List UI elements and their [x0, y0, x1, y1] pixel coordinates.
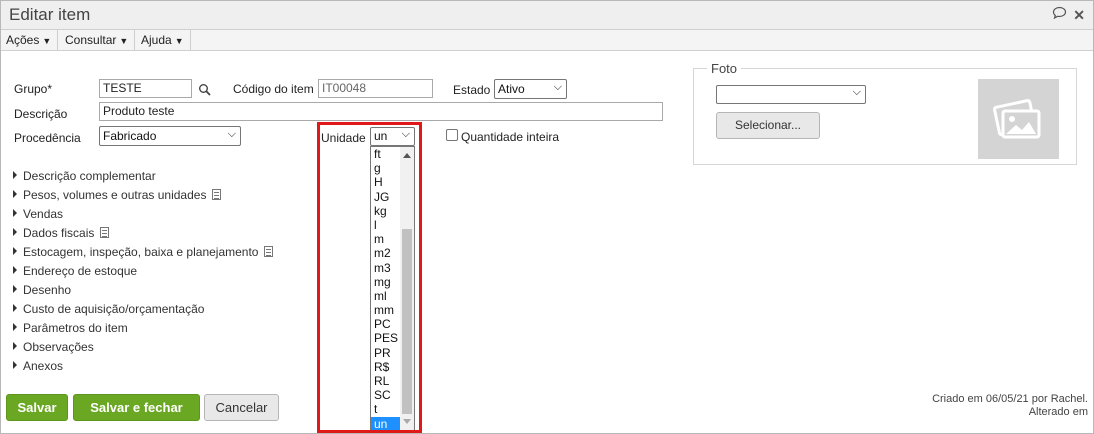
chevron-down-icon: ⌵: [553, 81, 562, 93]
menu-ajuda[interactable]: Ajuda ▼: [136, 30, 191, 50]
section-label: Descrição complementar: [23, 169, 156, 183]
caret-right-icon: [13, 190, 17, 198]
highlight-box: [317, 122, 422, 433]
section-toggle[interactable]: Endereço de estoque: [13, 264, 137, 278]
search-icon[interactable]: [198, 83, 212, 97]
edit-item-window: Editar item ✕ Ações ▼ Consultar ▼ Ajuda ▼ G…: [0, 0, 1094, 434]
section-label: Estocagem, inspeção, baixa e planejament…: [23, 245, 259, 259]
title-bar: Editar item ✕: [1, 1, 1093, 29]
save-button[interactable]: Salvar: [6, 394, 68, 421]
estado-label: Estado: [453, 83, 491, 97]
estado-value: Ativo: [498, 82, 525, 96]
section-toggle[interactable]: Dados fiscais: [13, 226, 110, 240]
section-label: Observações: [23, 340, 94, 354]
caret-right-icon: [13, 171, 17, 179]
menu-consultar[interactable]: Consultar ▼: [60, 30, 136, 50]
codigo-input[interactable]: IT00048: [318, 79, 433, 98]
section-label: Parâmetros do item: [23, 321, 128, 335]
section-toggle[interactable]: Pesos, volumes e outras unidades: [13, 188, 222, 202]
caret-down-icon: ▼: [174, 36, 184, 46]
select-photo-button[interactable]: Selecionar...: [716, 112, 820, 139]
caret-down-icon: ▼: [119, 36, 129, 46]
section-toggle[interactable]: Desenho: [13, 283, 71, 297]
audit-info: Criado em 06/05/21 por Rachel. Alterado …: [932, 393, 1088, 419]
section-label: Dados fiscais: [23, 226, 95, 240]
grupo-input[interactable]: TESTE: [99, 79, 192, 98]
caret-right-icon: [13, 285, 17, 293]
section-toggle[interactable]: Observações: [13, 340, 94, 354]
caret-right-icon: [13, 304, 17, 312]
caret-right-icon: [13, 266, 17, 274]
section-toggle[interactable]: Custo de aquisição/orçamentação: [13, 302, 204, 316]
cancel-button[interactable]: Cancelar: [204, 394, 279, 421]
section-label: Pesos, volumes e outras unidades: [23, 188, 207, 202]
section-label: Endereço de estoque: [23, 264, 138, 278]
section-label: Anexos: [23, 359, 64, 373]
section-label: Vendas: [23, 207, 64, 221]
caret-right-icon: [13, 228, 17, 236]
comment-icon[interactable]: [1052, 6, 1067, 23]
menu-acoes[interactable]: Ações ▼: [1, 30, 59, 50]
foto-select[interactable]: ⌵: [716, 85, 866, 104]
estado-select[interactable]: Ativo ⌵: [494, 79, 567, 99]
close-icon[interactable]: ✕: [1073, 7, 1085, 23]
chevron-down-icon: ⌵: [227, 128, 236, 140]
quantidade-inteira-label: Quantidade inteira: [461, 130, 560, 144]
image-placeholder-icon: [993, 99, 1041, 139]
procedencia-value: Fabricado: [103, 129, 157, 143]
document-icon[interactable]: [212, 189, 222, 200]
section-toggle[interactable]: Descrição complementar: [13, 169, 156, 183]
section-label: Custo de aquisição/orçamentação: [23, 302, 205, 316]
caret-right-icon: [13, 247, 17, 255]
altered-info: Alterado em: [1028, 406, 1088, 418]
section-toggle[interactable]: Vendas: [13, 207, 63, 221]
window-title: Editar item: [9, 5, 91, 24]
menu-label: Consultar: [65, 33, 117, 47]
foto-legend: Foto: [707, 61, 742, 76]
caret-right-icon: [13, 209, 17, 217]
save-and-close-button[interactable]: Salvar e fechar: [73, 394, 200, 421]
menu-label: Ações: [6, 33, 40, 47]
quantidade-inteira-checkbox[interactable]: [446, 129, 458, 141]
section-toggle[interactable]: Parâmetros do item: [13, 321, 128, 335]
document-icon[interactable]: [264, 246, 274, 257]
caret-down-icon: ▼: [42, 36, 52, 46]
menu-label: Ajuda: [141, 33, 172, 47]
caret-right-icon: [13, 342, 17, 350]
section-toggle[interactable]: Anexos: [13, 359, 63, 373]
procedencia-select[interactable]: Fabricado ⌵: [99, 126, 241, 146]
caret-right-icon: [13, 361, 17, 369]
caret-right-icon: [13, 323, 17, 331]
photo-placeholder: [978, 79, 1059, 159]
created-info: Criado em 06/05/21 por Rachel.: [932, 393, 1088, 405]
descricao-label: Descrição: [14, 107, 68, 121]
section-label: Desenho: [23, 283, 72, 297]
codigo-label: Código do item: [233, 82, 314, 96]
document-icon[interactable]: [100, 227, 110, 238]
chevron-down-icon: ⌵: [852, 86, 861, 98]
section-toggle[interactable]: Estocagem, inspeção, baixa e planejament…: [13, 245, 274, 259]
grupo-label: Grupo*: [14, 82, 53, 96]
descricao-input[interactable]: Produto teste: [99, 102, 663, 121]
procedencia-label: Procedência: [14, 131, 81, 145]
menu-bar: Ações ▼ Consultar ▼ Ajuda ▼: [1, 29, 1093, 51]
